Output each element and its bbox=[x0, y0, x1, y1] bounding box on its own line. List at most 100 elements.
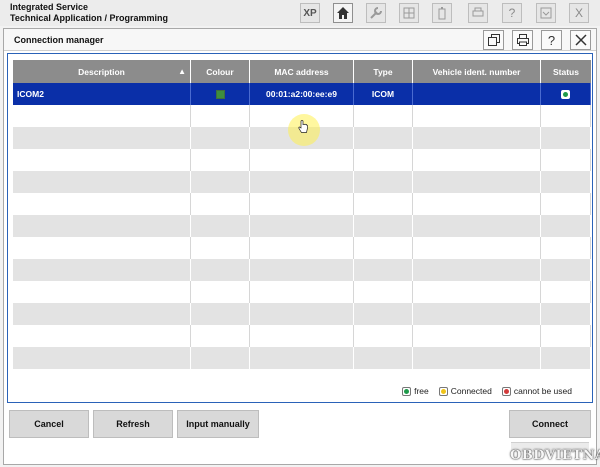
empty-cell bbox=[541, 149, 591, 171]
battery-icon bbox=[438, 7, 446, 20]
toolbar-close-button[interactable]: X bbox=[569, 3, 589, 23]
dialog-close-button[interactable] bbox=[570, 30, 591, 50]
measure-button[interactable] bbox=[399, 3, 419, 23]
cell-description: ICOM2 bbox=[13, 83, 191, 105]
empty-cell bbox=[413, 347, 541, 369]
empty-cell bbox=[413, 105, 541, 127]
empty-cell bbox=[541, 215, 591, 237]
table-header: Description ▲ Colour MAC address Type Ve… bbox=[13, 60, 591, 83]
empty-cell bbox=[354, 347, 413, 369]
dialog-help-button[interactable]: ? bbox=[541, 30, 562, 50]
home-button[interactable] bbox=[333, 3, 353, 23]
empty-cell bbox=[250, 303, 354, 325]
input-manually-button[interactable]: Input manually bbox=[177, 410, 259, 438]
empty-cell bbox=[250, 149, 354, 171]
empty-cell bbox=[413, 149, 541, 171]
home-icon bbox=[337, 7, 349, 19]
table-row-empty bbox=[13, 303, 591, 325]
empty-cell bbox=[191, 127, 250, 149]
empty-cell bbox=[191, 259, 250, 281]
empty-cell bbox=[354, 105, 413, 127]
empty-cell bbox=[413, 215, 541, 237]
printer-icon bbox=[516, 34, 529, 46]
close-icon bbox=[574, 34, 587, 46]
app-title-line1: Integrated Service bbox=[10, 2, 89, 12]
empty-cell bbox=[250, 215, 354, 237]
connected-status-icon bbox=[438, 386, 448, 396]
free-status-icon bbox=[402, 386, 412, 396]
empty-cell bbox=[13, 281, 191, 303]
connect-button[interactable]: Connect bbox=[509, 410, 591, 438]
column-header-mac[interactable]: MAC address bbox=[250, 60, 354, 83]
toolbar-download-button[interactable] bbox=[536, 3, 556, 23]
toolbar-help-button[interactable]: ? bbox=[502, 3, 522, 23]
dialog-title: Connection manager bbox=[14, 35, 104, 45]
cancel-button[interactable]: Cancel bbox=[9, 410, 89, 438]
empty-cell bbox=[13, 303, 191, 325]
empty-cell bbox=[541, 281, 591, 303]
empty-cell bbox=[413, 171, 541, 193]
table-row-empty bbox=[13, 347, 591, 369]
column-header-colour[interactable]: Colour bbox=[191, 60, 250, 83]
empty-cell bbox=[13, 171, 191, 193]
empty-cell bbox=[191, 237, 250, 259]
empty-cell bbox=[354, 127, 413, 149]
empty-cell bbox=[13, 347, 191, 369]
xp-label: XP bbox=[303, 7, 317, 19]
empty-cell bbox=[413, 237, 541, 259]
empty-cell bbox=[250, 347, 354, 369]
empty-cell bbox=[541, 193, 591, 215]
empty-cell bbox=[354, 259, 413, 281]
app-title-line2: Technical Application / Programming bbox=[10, 13, 169, 23]
column-header-status[interactable]: Status bbox=[541, 60, 591, 83]
empty-cell bbox=[13, 215, 191, 237]
xp-button[interactable]: XP bbox=[300, 3, 320, 23]
empty-cell bbox=[541, 105, 591, 127]
empty-cell bbox=[354, 215, 413, 237]
table-row-empty bbox=[13, 215, 591, 237]
empty-cell bbox=[354, 237, 413, 259]
column-header-vin[interactable]: Vehicle ident. number bbox=[413, 60, 541, 83]
empty-cell bbox=[413, 259, 541, 281]
empty-cell bbox=[413, 325, 541, 347]
colour-swatch bbox=[215, 89, 225, 99]
app-window: Integrated Service Technical Application… bbox=[0, 0, 600, 467]
unavailable-status-icon bbox=[501, 386, 511, 396]
legend-unavailable-label: cannot be used bbox=[513, 386, 572, 396]
empty-cell bbox=[541, 127, 591, 149]
close-icon: X bbox=[574, 6, 583, 20]
empty-cell bbox=[541, 259, 591, 281]
empty-cell bbox=[13, 237, 191, 259]
battery-button[interactable] bbox=[432, 3, 452, 23]
empty-cell bbox=[13, 259, 191, 281]
table-row[interactable]: ICOM2 00:01:a2:00:ee:e9 ICOM bbox=[13, 83, 591, 105]
cell-status bbox=[541, 83, 591, 105]
legend-free-label: free bbox=[414, 386, 429, 396]
empty-cell bbox=[354, 303, 413, 325]
empty-cell bbox=[354, 171, 413, 193]
empty-cell bbox=[191, 105, 250, 127]
connection-manager-dialog: Connection manager ? Description ▲ Colou… bbox=[3, 28, 597, 465]
empty-cell bbox=[13, 325, 191, 347]
dialog-print-button[interactable] bbox=[512, 30, 533, 50]
toolbar-print-button[interactable] bbox=[468, 3, 488, 23]
empty-cell bbox=[541, 237, 591, 259]
status-legend: free Connected cannot be used bbox=[8, 386, 586, 396]
empty-cell bbox=[541, 303, 591, 325]
printer-icon bbox=[472, 7, 484, 17]
column-header-description[interactable]: Description ▲ bbox=[13, 60, 191, 83]
empty-cell bbox=[413, 303, 541, 325]
service-button[interactable] bbox=[366, 3, 386, 23]
empty-cell bbox=[250, 193, 354, 215]
dialog-header: Connection manager ? bbox=[4, 29, 596, 51]
empty-cell bbox=[191, 325, 250, 347]
empty-cell bbox=[191, 281, 250, 303]
sort-ascending-icon: ▲ bbox=[178, 67, 186, 76]
empty-cell bbox=[354, 281, 413, 303]
empty-cell bbox=[541, 325, 591, 347]
table-row-empty bbox=[13, 149, 591, 171]
restore-button[interactable] bbox=[483, 30, 504, 50]
column-header-type[interactable]: Type bbox=[354, 60, 413, 83]
refresh-button[interactable]: Refresh bbox=[93, 410, 173, 438]
empty-cell bbox=[354, 193, 413, 215]
